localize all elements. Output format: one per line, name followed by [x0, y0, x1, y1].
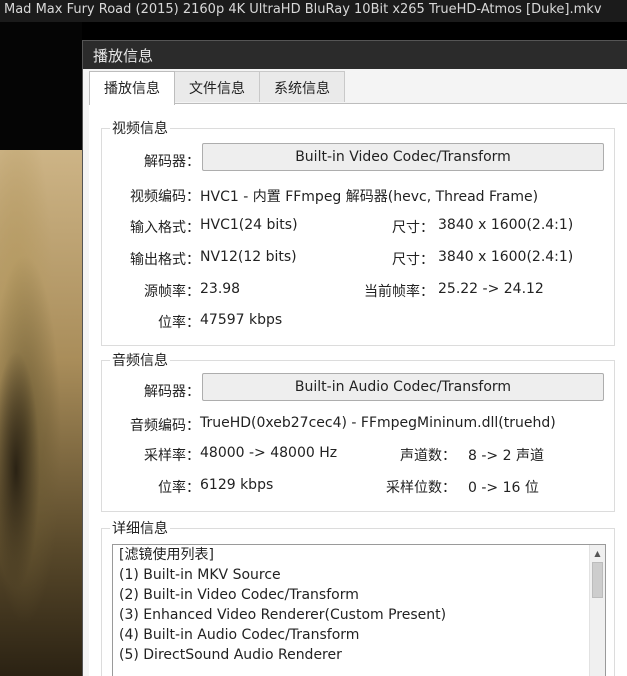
player-title-bar: Mad Max Fury Road (2015) 2160p 4K UltraH… — [0, 0, 627, 22]
channels-value: 8 -> 2 声道 — [468, 448, 544, 464]
listbox-scrollbar[interactable]: ▲ — [589, 545, 605, 676]
audio-bitrate-value: 6129 kbps — [200, 477, 274, 493]
list-item[interactable]: (1) Built-in MKV Source — [113, 565, 605, 585]
sample-bits-label: 采样位数： — [386, 480, 456, 496]
video-decoder-label: 解码器： — [144, 154, 200, 170]
list-item[interactable]: (2) Built-in Video Codec/Transform — [113, 585, 605, 605]
dialog-title: 播放信息 — [93, 47, 154, 65]
video-codec-value: HVC1 - 内置 FFmpeg 解码器(hevc, Thread Frame) — [200, 189, 539, 205]
list-item[interactable]: [滤镜使用列表] — [113, 545, 605, 565]
video-info-group: 视频信息 解码器： Built-in Video Codec/Transform… — [101, 118, 615, 346]
output-format-label: 输出格式： — [130, 252, 200, 268]
details-group: 详细信息 [滤镜使用列表] (1) Built-in MKV Source (2… — [101, 518, 615, 676]
tab-panel: 视频信息 解码器： Built-in Video Codec/Transform… — [89, 103, 627, 676]
tab-system-info[interactable]: 系统信息 — [259, 71, 345, 102]
video-decoder-button[interactable]: Built-in Video Codec/Transform — [202, 143, 604, 171]
audio-codec-label: 音频编码： — [130, 418, 200, 434]
sample-bits-value: 0 -> 16 位 — [468, 480, 539, 496]
current-fps-label: 当前帧率： — [364, 284, 434, 300]
output-size-label: 尺寸： — [392, 252, 434, 268]
audio-bitrate-label: 位率： — [158, 480, 200, 496]
list-item[interactable]: (4) Built-in Audio Codec/Transform — [113, 625, 605, 645]
details-group-title: 详细信息 — [110, 518, 170, 538]
audio-decoder-label: 解码器： — [144, 384, 200, 400]
playback-info-dialog: 播放信息 播放信息 文件信息 系统信息 视频信息 解码器： Built-in V… — [82, 40, 627, 676]
video-frame — [0, 150, 82, 676]
tab-strip: 播放信息 文件信息 系统信息 — [89, 71, 345, 105]
audio-info-group: 音频信息 解码器： Built-in Audio Codec/Transform… — [101, 350, 615, 512]
samplerate-value: 48000 -> 48000 Hz — [200, 445, 338, 461]
video-bitrate-value: 47597 kbps — [200, 312, 283, 328]
video-group-title: 视频信息 — [110, 118, 170, 138]
output-format-value: NV12(12 bits) — [200, 249, 297, 265]
source-fps-value: 23.98 — [200, 281, 241, 297]
scroll-thumb[interactable] — [592, 562, 603, 598]
video-codec-label: 视频编码： — [130, 189, 200, 205]
samplerate-label: 采样率： — [144, 448, 200, 464]
list-item[interactable]: (5) DirectSound Audio Renderer — [113, 645, 605, 665]
tab-playback-info[interactable]: 播放信息 — [89, 71, 175, 105]
channels-label: 声道数： — [400, 448, 456, 464]
source-fps-label: 源帧率： — [144, 284, 200, 300]
audio-codec-value: TrueHD(0xeb27cec4) - FFmpegMininum.dll(t… — [200, 415, 556, 431]
list-item[interactable]: (3) Enhanced Video Renderer(Custom Prese… — [113, 605, 605, 625]
video-bitrate-label: 位率： — [158, 315, 200, 331]
player-file-title: Mad Max Fury Road (2015) 2160p 4K UltraH… — [4, 2, 602, 17]
filter-listbox[interactable]: [滤镜使用列表] (1) Built-in MKV Source (2) Bui… — [112, 544, 606, 676]
input-format-label: 输入格式： — [130, 220, 200, 236]
current-fps-value: 25.22 -> 24.12 — [438, 281, 544, 297]
player-top-area — [0, 22, 82, 150]
input-size-value: 3840 x 1600(2.4:1) — [438, 217, 574, 233]
audio-group-title: 音频信息 — [110, 350, 170, 370]
audio-decoder-button[interactable]: Built-in Audio Codec/Transform — [202, 373, 604, 401]
input-format-value: HVC1(24 bits) — [200, 217, 298, 233]
input-size-label: 尺寸： — [392, 220, 434, 236]
scroll-up-arrow-icon[interactable]: ▲ — [590, 545, 605, 561]
dialog-titlebar[interactable]: 播放信息 — [83, 41, 627, 69]
tab-file-info[interactable]: 文件信息 — [174, 71, 260, 102]
output-size-value: 3840 x 1600(2.4:1) — [438, 249, 574, 265]
